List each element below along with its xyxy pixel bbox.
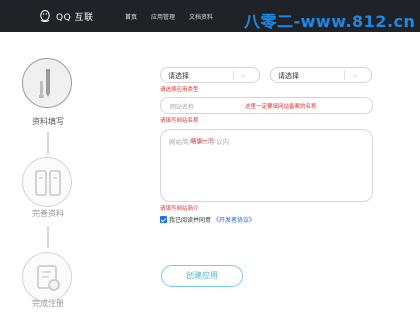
qq-connect-logo[interactable]: QQ 互联 [38,9,94,23]
pen-icon [39,69,50,98]
nav-home[interactable]: 首页 [118,0,144,32]
step-1-circle [22,58,72,108]
chevron-down-icon[interactable]: ⌵ [241,72,246,80]
nav-docs[interactable]: 文档资料 [182,0,220,32]
step-2-circle [22,157,72,207]
site-intro-error: 请填写网站简介 [160,206,199,212]
app-type-value: 请选择 [168,72,189,80]
app-type-error: 请选择应用类型 [160,87,199,93]
logo-text: QQ 互联 [56,12,94,23]
select-divider [344,70,345,80]
agreement-row: 我已阅读并同意 《开发者协议》 [160,215,255,224]
step-3-label: 完成注册 [32,299,64,308]
create-app-button[interactable]: 创建应用 [161,265,243,287]
site-name-input[interactable]: 网站名称 这里一定要填网站备案的名称 [160,97,373,114]
app-subtype-select[interactable]: 请选择 ⌵ [270,67,372,83]
site-name-placeholder: 网站名称 [170,104,195,111]
app-type-select[interactable]: 请选择 ⌵ [160,67,260,83]
chevron-down-icon[interactable]: ⌵ [353,72,358,80]
nav-app-management[interactable]: 应用管理 [144,0,182,32]
app-subtype-value: 请选择 [278,72,299,80]
site-intro-note: 瞎填一下 [191,139,214,145]
agreement-text: 我已阅读并同意 [169,217,212,224]
progress-steps: 资料填写 完善资料 完成注册 [0,32,96,321]
qq-penguin-icon [38,9,52,23]
step-2-label: 完善资料 [32,209,64,218]
main-nav: 首页 应用管理 文档资料 [118,0,220,32]
step-3-circle [22,252,72,302]
certificate-icon [37,265,60,291]
site-intro-textarea[interactable]: 网站简介 200字以内 瞎填一下 [160,129,373,202]
site-name-note: 这里一定要填网站备案的名称 [245,104,317,110]
documents-icon [35,170,61,196]
checkbox-checked-icon[interactable] [160,216,167,223]
site-name-error: 请填写网站名称 [160,118,199,124]
step-connector [47,226,49,248]
step-1-label: 资料填写 [32,117,64,126]
top-header: QQ 互联 首页 应用管理 文档资料 八零二-www.812.cn [0,0,420,32]
site-watermark: 八零二-www.812.cn [244,12,416,31]
select-divider [233,70,234,80]
step-connector [47,132,49,154]
developer-agreement-link[interactable]: 《开发者协议》 [213,215,255,224]
